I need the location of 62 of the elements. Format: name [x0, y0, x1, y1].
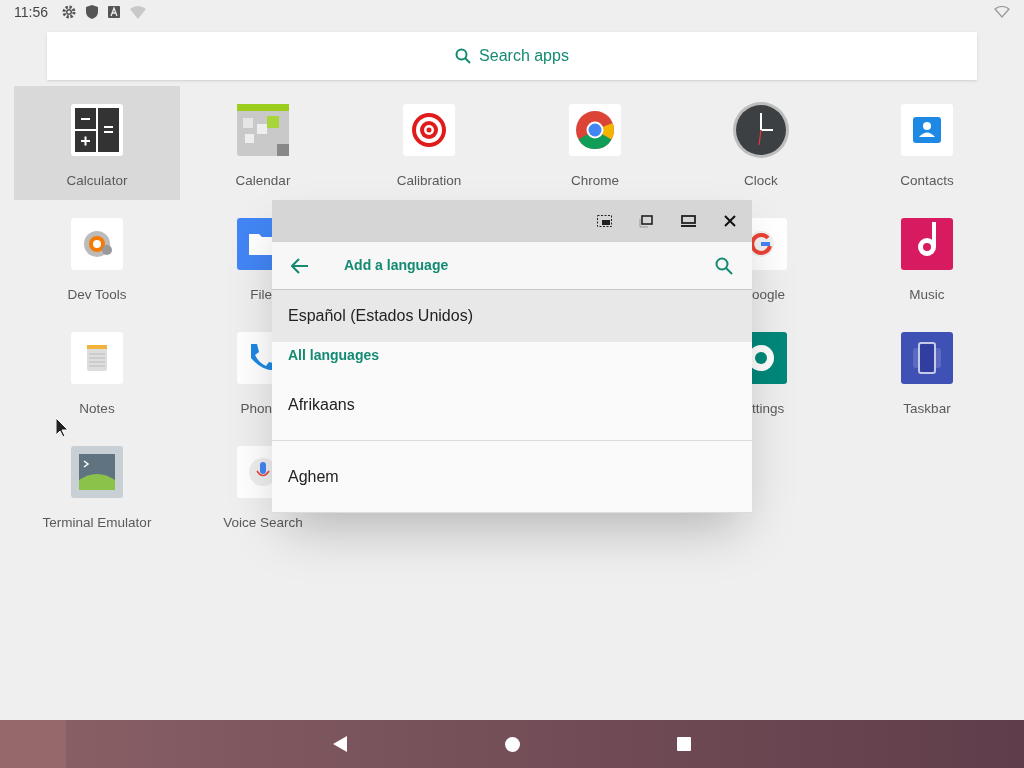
- keyboard-badge-icon: [108, 6, 120, 18]
- search-bar[interactable]: Search apps: [47, 32, 977, 80]
- app-tile[interactable]: Calibration: [346, 86, 512, 200]
- search-icon: [455, 48, 472, 64]
- section-header: All languages: [287, 345, 381, 365]
- language-item[interactable]: Español (Estados Unidos): [272, 290, 752, 342]
- app-label: Terminal Emulator: [42, 515, 152, 531]
- contacts-icon: [901, 104, 953, 156]
- calendar-icon: [237, 104, 289, 156]
- home-icon: [504, 736, 520, 752]
- recents-icon: [677, 737, 691, 751]
- browser-icon: [569, 104, 621, 156]
- app-tile[interactable]: Contacts: [844, 86, 1010, 200]
- close-icon: [724, 215, 736, 227]
- restore-icon: [639, 214, 653, 228]
- app-label: Calculator: [66, 173, 128, 189]
- app-label: Calendar: [235, 173, 291, 189]
- app-tile[interactable]: Dev Tools: [14, 200, 180, 314]
- app-label: Calibration: [396, 173, 462, 189]
- app-label: oogle: [752, 287, 786, 303]
- app-label: Voice Search: [223, 515, 303, 531]
- app-label: File: [250, 287, 272, 303]
- clock-icon: [732, 101, 790, 159]
- language-item[interactable]: Afrikaans: [272, 369, 752, 441]
- app-tile[interactable]: Terminal Emulator: [14, 428, 180, 542]
- window-title: Add a language: [344, 256, 449, 275]
- target-icon: [403, 104, 455, 156]
- app-label: Taskbar: [903, 401, 951, 417]
- app-tile[interactable]: Taskbar: [844, 314, 1010, 428]
- wifi-icon: [994, 6, 1010, 18]
- back-arrow-icon: [291, 257, 309, 274]
- app-label: Phon: [240, 401, 272, 417]
- app-tile[interactable]: Chrome: [512, 86, 678, 200]
- gear-icon: [71, 218, 123, 270]
- language-item[interactable]: Aghem: [272, 441, 752, 513]
- app-label: Contacts: [900, 173, 954, 189]
- app-tile[interactable]: Music: [844, 200, 1010, 314]
- back-icon: [333, 736, 347, 752]
- search-icon: [715, 256, 733, 275]
- phone-frame-icon: [901, 332, 953, 384]
- app-tile[interactable]: Notes: [14, 314, 180, 428]
- mouse-cursor-icon: [56, 418, 69, 438]
- notepad-icon: [71, 332, 123, 384]
- calculator-icon: [71, 104, 123, 156]
- wifi-icon: [130, 5, 146, 19]
- terminal-icon: [71, 446, 123, 498]
- settings-icon: [62, 5, 76, 19]
- app-label: Notes: [79, 401, 115, 417]
- app-label: Music: [909, 287, 945, 303]
- status-time: 11:56: [14, 2, 48, 22]
- app-tile[interactable]: Calculator: [14, 86, 180, 200]
- app-label: ttings: [752, 401, 785, 417]
- app-tile[interactable]: Clock: [678, 86, 844, 200]
- app-label: Dev Tools: [67, 287, 127, 303]
- music-icon: [901, 218, 953, 270]
- app-tile[interactable]: Calendar: [180, 86, 346, 200]
- app-label: Chrome: [571, 173, 619, 189]
- shield-icon: [86, 5, 98, 19]
- app-label: Clock: [744, 173, 778, 189]
- navigation-bar-segment: [0, 720, 66, 768]
- picture-in-picture-icon: [596, 215, 612, 227]
- maximize-icon: [680, 215, 696, 227]
